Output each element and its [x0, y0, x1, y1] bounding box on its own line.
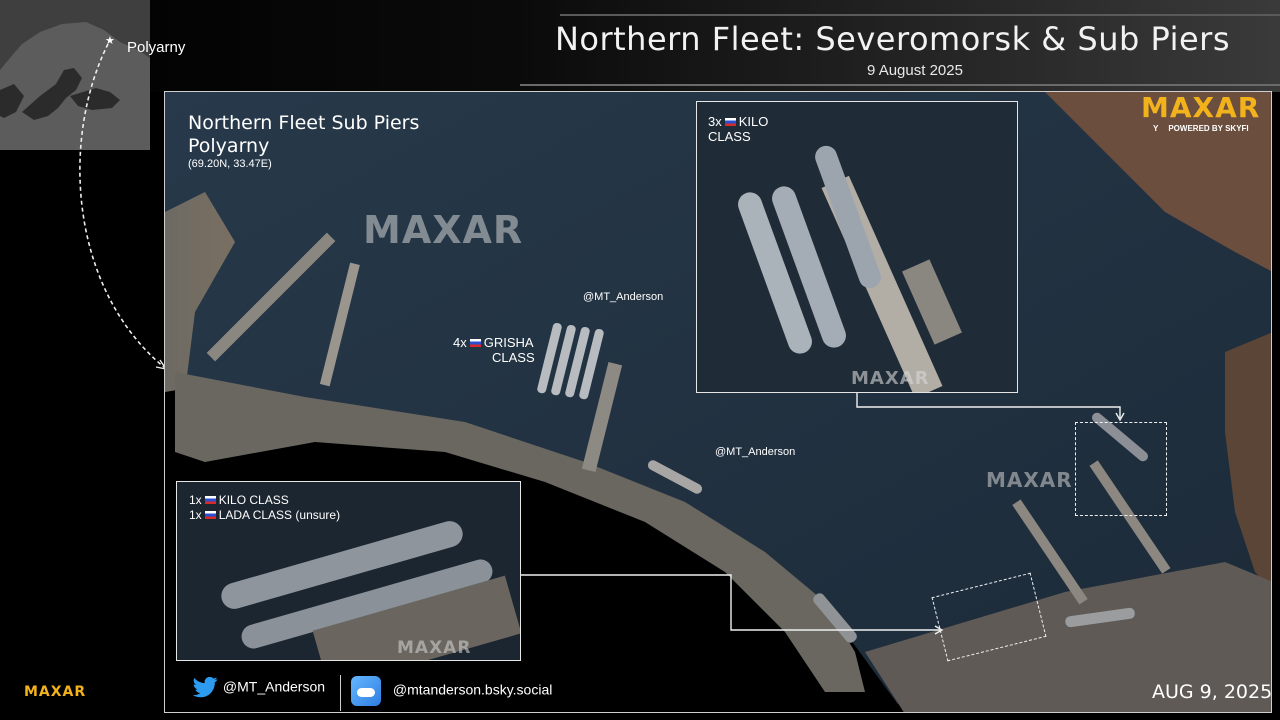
watermark-handle-2: @MT_Anderson	[715, 446, 796, 458]
bluesky-icon	[351, 676, 381, 706]
powered-by-label: Y POWERED BY SKYFI	[1153, 124, 1249, 133]
kilo3-count: 3x	[708, 114, 722, 129]
footer-divider	[340, 675, 341, 711]
grisha-count: 4x	[453, 335, 467, 350]
target-box-kilo-3	[1075, 422, 1167, 516]
twitter-handle: @MT_Anderson	[222, 678, 326, 695]
skyfi-icon: Y	[1153, 124, 1159, 133]
kilo3-label-line1: 3x KILO	[708, 114, 768, 129]
grisha-class-name: GRISHA	[483, 335, 534, 350]
twitter-bird-icon	[193, 677, 218, 698]
maxar-brand-logo: MAXAR	[1141, 91, 1261, 124]
detail-kilo-3-scene	[697, 102, 1017, 392]
lada-count: 1x	[189, 508, 202, 522]
russian-flag-icon	[724, 117, 736, 126]
cloud-shape	[357, 688, 375, 697]
kilo-count: 1x	[189, 493, 202, 507]
footer-twitter: @MT_Anderson	[193, 677, 325, 699]
kilo3-class: KILO	[738, 114, 769, 129]
russian-flag-icon	[469, 338, 481, 347]
maxar-watermark-2: MAXAR	[986, 468, 1073, 492]
powered-by-text: POWERED BY SKYFI	[1168, 124, 1249, 133]
kilo-lada-line1: 1x KILO CLASS	[189, 493, 289, 507]
location-coordinates: (69.20N, 33.47E)	[188, 158, 272, 170]
russian-flag-icon	[204, 495, 216, 504]
kilo-lada-line2: 1x LADA CLASS (unsure)	[189, 508, 340, 522]
detail-kilo-lada: 1x KILO CLASS 1x LADA CLASS (unsure) MAXAR	[176, 481, 521, 661]
image-date-stamp: AUG 9, 2025	[1152, 681, 1272, 703]
footer-bsky: @mtanderson.bsky.social	[351, 676, 552, 706]
grisha-label-line1: 4x GRISHA	[453, 335, 534, 350]
detail-kilo-3: 3x KILO CLASS MAXAR	[696, 101, 1018, 393]
kilo-class: KILO CLASS	[218, 493, 289, 507]
grisha-label-line2: CLASS	[492, 350, 535, 365]
maxar-watermark: MAXAR	[363, 208, 524, 252]
location-name: Polyarny	[188, 135, 270, 157]
russian-flag-icon	[204, 510, 216, 519]
location-title: Northern Fleet Sub Piers	[188, 112, 420, 134]
kilo-lada-watermark: MAXAR	[397, 638, 472, 658]
kilo3-label-line2: CLASS	[708, 129, 751, 144]
corner-maxar-logo: MAXAR	[24, 684, 87, 700]
bsky-handle: @mtanderson.bsky.social	[392, 681, 553, 698]
watermark-handle-1: @MT_Anderson	[583, 291, 664, 303]
kilo3-watermark: MAXAR	[851, 368, 930, 389]
lada-class: LADA CLASS (unsure)	[218, 508, 341, 522]
